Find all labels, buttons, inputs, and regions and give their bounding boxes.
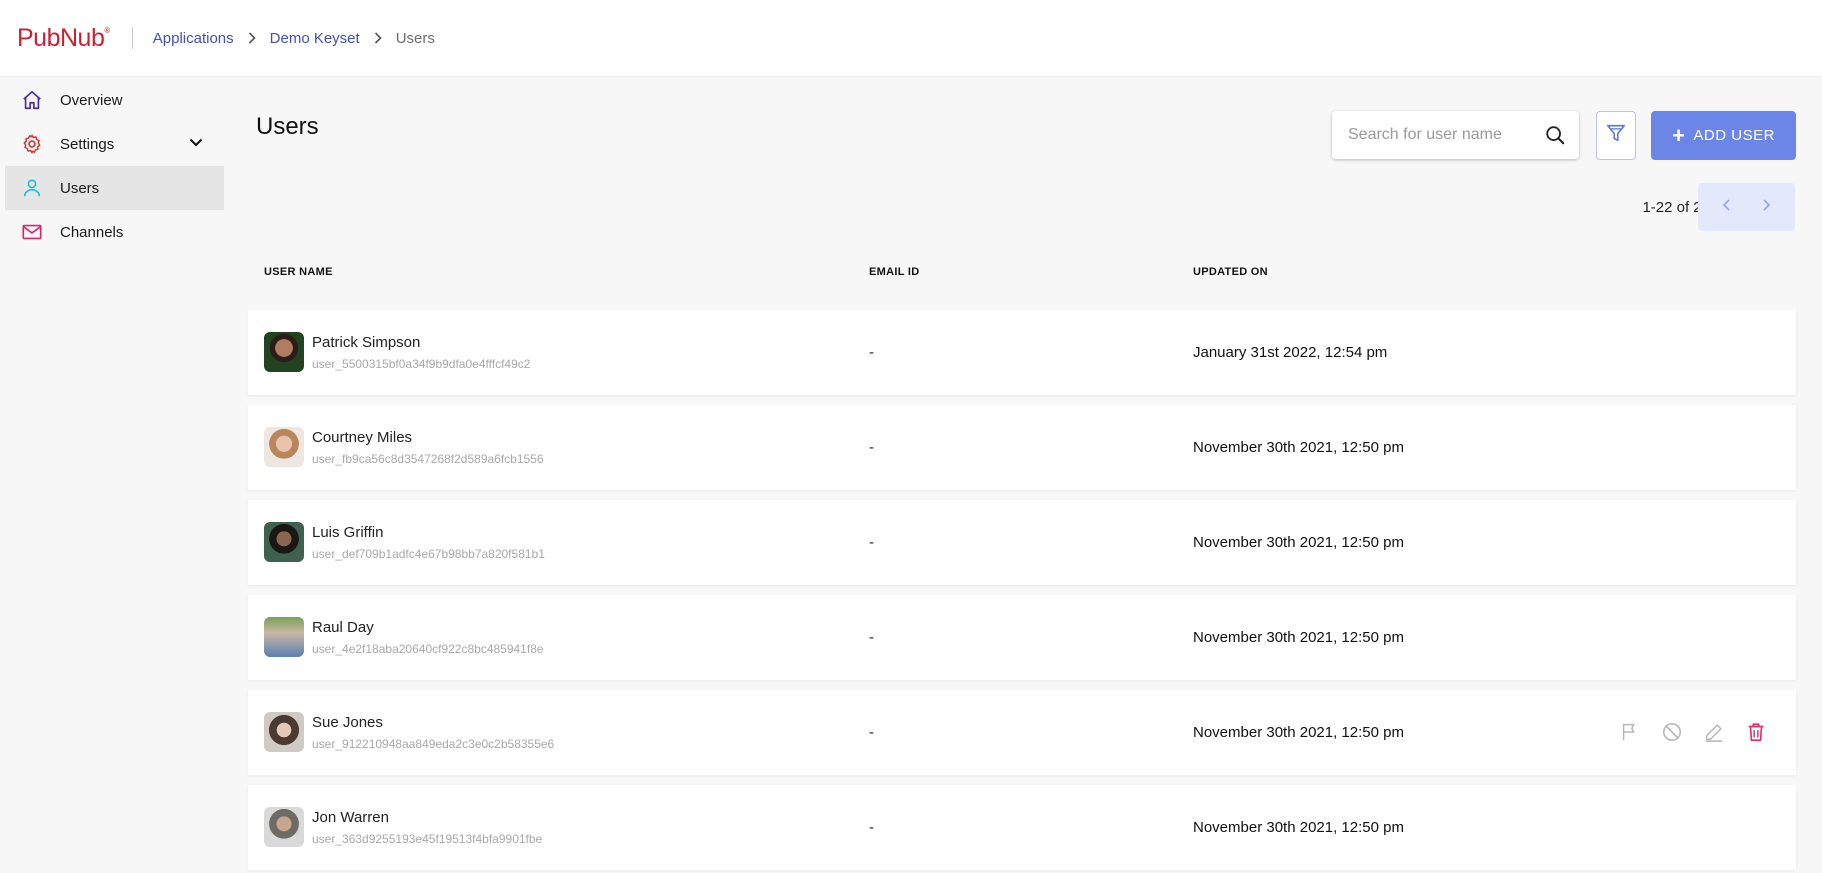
user-updated-on: November 30th 2021, 12:50 pm: [1193, 439, 1404, 456]
breadcrumb-current: Users: [395, 29, 435, 47]
flag-icon[interactable]: [1618, 720, 1642, 744]
sidebar-item-label: Overview: [60, 91, 123, 109]
column-header-user-name: USER NAME: [264, 266, 333, 278]
chevron-down-icon[interactable]: [188, 134, 204, 154]
logo-text: PubNub: [17, 23, 105, 52]
sidebar: Overview Settings Users Channels: [0, 78, 224, 254]
sidebar-item-label: Settings: [60, 135, 115, 153]
breadcrumb-demo-keyset[interactable]: Demo Keyset: [270, 30, 360, 47]
sidebar-item-channels[interactable]: Channels: [0, 210, 224, 254]
user-id: user_363d9255193e45f19513f4bfa9901fbe: [312, 832, 543, 846]
user-updated-on: November 30th 2021, 12:50 pm: [1193, 629, 1404, 646]
avatar: [264, 712, 304, 752]
user-email: -: [869, 629, 874, 646]
search-box: [1332, 111, 1579, 159]
user-name[interactable]: Courtney Miles: [312, 429, 412, 446]
user-id: user_def709b1adfc4e67b98bb7a820f581b1: [312, 547, 545, 561]
user-name[interactable]: Raul Day: [312, 619, 374, 636]
chevron-left-icon: [1722, 198, 1730, 211]
logo-registered-mark: ®: [104, 25, 110, 35]
sidebar-item-label: Channels: [60, 223, 124, 241]
breadcrumb-applications[interactable]: Applications: [153, 30, 234, 47]
top-header: PubNub® Applications Demo Keyset Users: [0, 0, 1822, 77]
pubnub-logo[interactable]: PubNub®: [17, 24, 110, 53]
avatar: [264, 522, 304, 562]
gear-icon: [20, 132, 44, 156]
search-icon[interactable]: [1544, 124, 1566, 151]
breadcrumb: Applications Demo Keyset Users: [153, 30, 435, 47]
table-row[interactable]: Courtney Miles user_fb9ca56c8d3547268f2d…: [248, 405, 1796, 490]
avatar: [264, 807, 304, 847]
add-user-label: ADD USER: [1693, 127, 1775, 144]
user-updated-on: November 30th 2021, 12:50 pm: [1193, 724, 1404, 741]
column-header-email-id: EMAIL ID: [869, 266, 920, 278]
mail-icon: [20, 220, 44, 244]
avatar: [264, 427, 304, 467]
previous-page-button[interactable]: [1721, 198, 1733, 217]
chevron-right-icon: [374, 32, 382, 44]
next-page-button[interactable]: [1760, 198, 1772, 217]
user-updated-on: January 31st 2022, 12:54 pm: [1193, 344, 1388, 361]
table-row[interactable]: Jon Warren user_363d9255193e45f19513f4bf…: [248, 785, 1796, 870]
page-title: Users: [256, 113, 319, 140]
user-id: user_4e2f18aba20640cf922c8bc485941f8e: [312, 642, 544, 656]
sidebar-item-settings[interactable]: Settings: [0, 122, 224, 166]
user-updated-on: November 30th 2021, 12:50 pm: [1193, 534, 1404, 551]
home-icon: [20, 88, 44, 112]
pagination-controls: [1698, 183, 1795, 231]
sidebar-item-label: Users: [60, 179, 100, 197]
user-updated-on: November 30th 2021, 12:50 pm: [1193, 819, 1404, 836]
ban-icon[interactable]: [1660, 720, 1684, 744]
plus-icon: +: [1672, 122, 1686, 148]
user-email: -: [869, 439, 874, 456]
column-header-updated-on: UPDATED ON: [1193, 266, 1268, 278]
sidebar-item-users[interactable]: Users: [5, 166, 224, 210]
user-name[interactable]: Sue Jones: [312, 714, 383, 731]
chevron-right-icon: [248, 32, 256, 44]
table-row[interactable]: Patrick Simpson user_5500315bf0a34f9b9df…: [248, 310, 1796, 395]
user-name[interactable]: Luis Griffin: [312, 524, 383, 541]
table-row[interactable]: Sue Jones user_912210948aa849eda2c3e0c2b…: [248, 690, 1796, 775]
header-divider: [131, 27, 133, 49]
pagination-range: 1-22 of 22: [1642, 199, 1710, 216]
user-id: user_fb9ca56c8d3547268f2d589a6fcb1556: [312, 452, 544, 466]
user-id: user_5500315bf0a34f9b9dfa0e4fffcf49c2: [312, 357, 531, 371]
user-email: -: [869, 819, 874, 836]
user-icon: [20, 176, 44, 200]
table-row[interactable]: Raul Day user_4e2f18aba20640cf922c8bc485…: [248, 595, 1796, 680]
filter-button[interactable]: [1596, 111, 1636, 160]
user-name[interactable]: Patrick Simpson: [312, 334, 420, 351]
table-row[interactable]: Luis Griffin user_def709b1adfc4e67b98bb7…: [248, 500, 1796, 585]
add-user-button[interactable]: + ADD USER: [1651, 111, 1796, 160]
user-email: -: [869, 534, 874, 551]
edit-icon[interactable]: [1702, 720, 1726, 744]
filter-icon: [1605, 122, 1627, 149]
search-input[interactable]: [1348, 126, 1538, 144]
avatar: [264, 332, 304, 372]
chevron-right-icon: [1763, 198, 1771, 211]
user-email: -: [869, 344, 874, 361]
avatar: [264, 617, 304, 657]
user-id: user_912210948aa849eda2c3e0c2b58355e6: [312, 737, 555, 751]
row-actions: [1618, 720, 1768, 744]
user-name[interactable]: Jon Warren: [312, 809, 389, 826]
sidebar-item-overview[interactable]: Overview: [0, 78, 224, 122]
trash-icon[interactable]: [1744, 720, 1768, 744]
user-email: -: [869, 724, 874, 741]
